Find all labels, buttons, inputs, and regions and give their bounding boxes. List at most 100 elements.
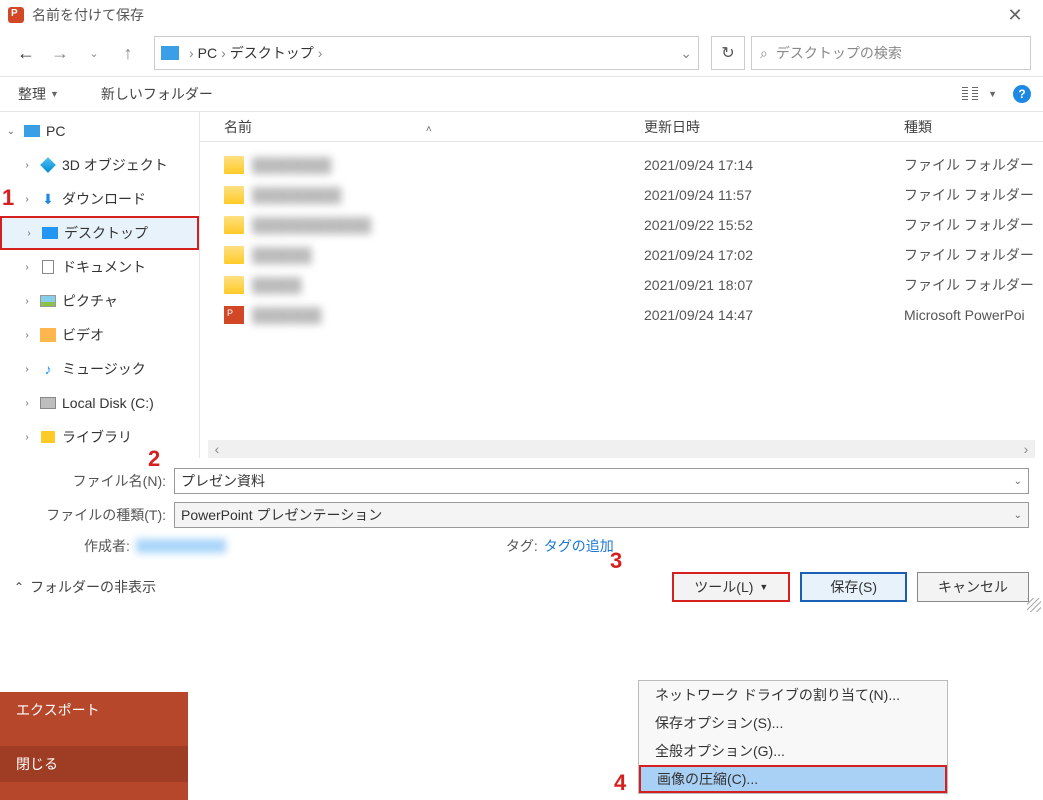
forward-button[interactable]: →	[46, 39, 74, 67]
refresh-button[interactable]: ↻	[711, 36, 745, 70]
tags-label: タグ:	[506, 536, 538, 556]
menu-save-options[interactable]: 保存オプション(S)...	[639, 709, 947, 737]
filetype-select[interactable]: PowerPoint プレゼンテーション ⌄	[174, 502, 1029, 528]
pc-icon	[161, 46, 179, 60]
chevron-right-icon: ›	[318, 45, 323, 61]
caret-up-icon: ⌃	[14, 580, 24, 594]
filename-input[interactable]: プレゼン資料 ⌄	[174, 468, 1029, 494]
library-icon	[41, 431, 55, 443]
tools-dropdown: ネットワーク ドライブの割り当て(N)... 保存オプション(S)... 全般オ…	[638, 680, 948, 794]
chevron-down-icon: ▼	[50, 89, 59, 99]
folder-icon	[224, 216, 244, 234]
collapse-icon[interactable]: ⌄	[4, 126, 18, 137]
file-row[interactable]: ████████ 2021/09/24 17:14 ファイル フォルダー	[200, 150, 1043, 180]
backstage-panel: エクスポート 閉じる	[0, 692, 188, 800]
folder-icon	[224, 276, 244, 294]
desktop-icon	[42, 227, 58, 239]
recent-button[interactable]: ⌄	[80, 39, 108, 67]
tree-item-3d[interactable]: › 3D オブジェクト	[0, 148, 199, 182]
powerpoint-file-icon	[224, 306, 244, 324]
hide-folders-button[interactable]: ⌃ フォルダーの非表示	[14, 577, 662, 597]
powerpoint-icon	[8, 7, 24, 23]
view-button[interactable]: ▼	[956, 83, 1003, 105]
menu-map-network-drive[interactable]: ネットワーク ドライブの割り当て(N)...	[639, 681, 947, 709]
sort-indicator-icon: ˄	[426, 124, 432, 135]
cancel-button[interactable]: キャンセル	[917, 572, 1029, 602]
tree-item-desktop[interactable]: › デスクトップ	[0, 216, 199, 250]
tree-item-pictures[interactable]: › ピクチャ	[0, 284, 199, 318]
expand-icon[interactable]: ›	[20, 160, 34, 171]
view-icon	[962, 85, 984, 103]
file-name: ████████████	[252, 217, 644, 233]
menu-general-options[interactable]: 全般オプション(G)...	[639, 737, 947, 765]
tree-item-documents[interactable]: › ドキュメント	[0, 250, 199, 284]
annotation-3: 3	[610, 548, 622, 574]
tree-item-downloads[interactable]: › ⬇ ダウンロード	[0, 182, 199, 216]
breadcrumb-desktop[interactable]: デスクトップ	[230, 43, 314, 63]
file-row[interactable]: █████ 2021/09/21 18:07 ファイル フォルダー	[200, 270, 1043, 300]
horizontal-scrollbar[interactable]: ‹ ›	[208, 440, 1035, 458]
file-name: ██████	[252, 247, 644, 263]
menu-compress-pictures[interactable]: 画像の圧縮(C)...	[639, 765, 947, 793]
annotation-4: 4	[614, 770, 626, 796]
document-icon	[42, 260, 54, 274]
expand-icon[interactable]: ›	[20, 194, 34, 205]
folder-icon	[224, 186, 244, 204]
tools-button[interactable]: ツール(L) ▼	[672, 572, 790, 602]
new-folder-button[interactable]: 新しいフォルダー	[95, 82, 219, 106]
scroll-left-icon[interactable]: ‹	[208, 441, 226, 457]
tree-item-libraries[interactable]: › ライブラリ	[0, 420, 199, 454]
scroll-right-icon[interactable]: ›	[1017, 441, 1035, 457]
save-button[interactable]: 保存(S)	[800, 572, 907, 602]
tree-item-videos[interactable]: › ビデオ	[0, 318, 199, 352]
chevron-down-icon[interactable]: ⌄	[1014, 510, 1022, 521]
tree-item-pc[interactable]: ⌄ PC	[0, 114, 199, 148]
search-icon: ⌕	[760, 45, 768, 62]
folder-icon	[224, 156, 244, 174]
file-row[interactable]: ████████████ 2021/09/22 15:52 ファイル フォルダー	[200, 210, 1043, 240]
expand-icon[interactable]: ›	[20, 296, 34, 307]
file-row[interactable]: ██████ 2021/09/24 17:02 ファイル フォルダー	[200, 240, 1043, 270]
column-type[interactable]: 種類	[904, 117, 1043, 137]
disk-icon	[40, 397, 56, 409]
address-bar[interactable]: › PC › デスクトップ › ⌄	[154, 36, 699, 70]
organize-button[interactable]: 整理 ▼	[12, 82, 65, 106]
backstage-close[interactable]: 閉じる	[0, 746, 188, 782]
column-date[interactable]: 更新日時	[644, 117, 904, 137]
expand-icon[interactable]: ›	[20, 432, 34, 443]
tree-item-music[interactable]: › ♪ ミュージック	[0, 352, 199, 386]
backstage-export[interactable]: エクスポート	[0, 692, 188, 728]
file-row[interactable]: █████████ 2021/09/24 11:57 ファイル フォルダー	[200, 180, 1043, 210]
folder-icon	[224, 246, 244, 264]
tree-item-localdisk[interactable]: › Local Disk (C:)	[0, 386, 199, 420]
music-icon: ♪	[45, 361, 52, 377]
annotation-1: 1	[2, 185, 14, 211]
expand-icon[interactable]: ›	[20, 364, 34, 375]
author-label: 作成者:	[84, 536, 130, 556]
annotation-2: 2	[148, 446, 160, 472]
add-tags-link[interactable]: タグの追加	[544, 536, 614, 556]
chevron-down-icon[interactable]: ⌄	[1014, 476, 1022, 487]
close-button[interactable]: ✕	[995, 5, 1035, 26]
folder-tree: 1 ⌄ PC › 3D オブジェクト › ⬇ ダウンロード › デスクトップ ›…	[0, 112, 200, 458]
file-row[interactable]: ███████ 2021/09/24 14:47 Microsoft Power…	[200, 300, 1043, 330]
expand-icon[interactable]: ›	[20, 330, 34, 341]
filetype-label: ファイルの種類(T):	[14, 505, 174, 525]
file-name: █████	[252, 277, 644, 293]
back-button[interactable]: ←	[12, 39, 40, 67]
expand-icon[interactable]: ›	[20, 398, 34, 409]
search-input[interactable]: ⌕ デスクトップの検索	[751, 36, 1031, 70]
up-button[interactable]: ↑	[114, 39, 142, 67]
pc-icon	[24, 125, 40, 137]
help-button[interactable]: ?	[1013, 85, 1031, 103]
expand-icon[interactable]: ›	[20, 262, 34, 273]
breadcrumb-pc[interactable]: PC	[198, 45, 217, 61]
column-name[interactable]: 名前 ˄	[224, 117, 644, 137]
author-value	[136, 539, 226, 553]
file-name: █████████	[252, 187, 644, 203]
chevron-right-icon: ›	[221, 45, 226, 61]
file-name: ███████	[252, 307, 644, 323]
chevron-down-icon[interactable]: ⌄	[680, 45, 692, 62]
resize-grip[interactable]	[1027, 598, 1041, 612]
expand-icon[interactable]: ›	[22, 228, 36, 239]
